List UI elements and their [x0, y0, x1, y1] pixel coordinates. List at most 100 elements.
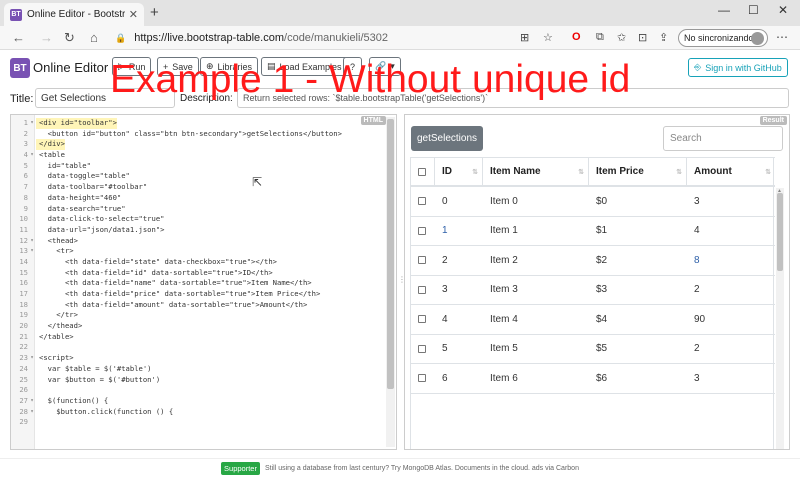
fold-arrow-icon[interactable]	[28, 225, 36, 236]
row-checkbox[interactable]	[418, 226, 426, 235]
code-line[interactable]: 12 ▾ <thead>	[11, 236, 387, 247]
code-line[interactable]: 14 <th data-field="state" data-checkbox=…	[11, 257, 387, 268]
row-checkbox[interactable]	[418, 374, 426, 383]
header-item-price[interactable]: Item Price ⇅	[589, 158, 687, 185]
table-row[interactable]: 4 Item 4 $4 90	[411, 305, 775, 335]
footer-ad-text[interactable]: Still using a database from last century…	[265, 465, 579, 472]
code-line[interactable]: 4 ▾ <table	[11, 150, 387, 161]
code-line[interactable]: 10 data-click-to-select="true"	[11, 214, 387, 225]
code-line[interactable]: 20 </thead>	[11, 321, 387, 332]
row-checkbox[interactable]	[418, 344, 426, 353]
code-line[interactable]: 13 ▾ <tr>	[11, 246, 387, 257]
row-checkbox[interactable]	[418, 315, 426, 324]
fold-arrow-icon[interactable]: ▾	[28, 118, 36, 129]
maximize-icon[interactable]: ☐	[748, 3, 759, 17]
fold-arrow-icon[interactable]: ▾	[28, 407, 36, 418]
code-line[interactable]: 9 data-search="true"	[11, 204, 387, 215]
code-line[interactable]: 21 </table>	[11, 332, 387, 343]
table-row[interactable]: 2 Item 2 $2 8	[411, 246, 775, 276]
code-line[interactable]: 8 data-height="460"	[11, 193, 387, 204]
code-line[interactable]: 29	[11, 417, 387, 428]
fold-arrow-icon[interactable]	[28, 332, 36, 343]
header-select-all[interactable]	[411, 158, 435, 185]
fold-arrow-icon[interactable]	[28, 289, 36, 300]
code-lines[interactable]: 1 ▾ <div id="toolbar"> 2 <button id="button…	[11, 118, 387, 428]
favorite-star-icon[interactable]: ☆	[543, 31, 553, 44]
code-editor[interactable]: HTML 1 ▾ <div id="toolbar"> 2 <button id="b…	[10, 114, 397, 450]
profile-button[interactable]: No sincronizando	[678, 29, 768, 47]
fold-arrow-icon[interactable]	[28, 204, 36, 215]
github-signin-button[interactable]: ⎆ Sign in with GitHub	[688, 58, 788, 77]
code-line[interactable]: 28 ▾ $button.click(function () {	[11, 407, 387, 418]
share-icon[interactable]: ⇪	[659, 31, 668, 44]
code-line[interactable]: 18 <th data-field="amount" data-sortable…	[11, 300, 387, 311]
code-line[interactable]: 3 </div>	[11, 139, 387, 151]
code-line[interactable]: 17 <th data-field="price" data-sortable=…	[11, 289, 387, 300]
fold-arrow-icon[interactable]	[28, 321, 36, 332]
browser-tab[interactable]: BT Online Editor - Bootstrap Table ✕	[4, 3, 144, 26]
header-id[interactable]: ID ⇅	[435, 158, 483, 185]
favorites-icon[interactable]: ✩	[617, 31, 626, 44]
code-line[interactable]: 24 var $table = $('#table')	[11, 364, 387, 375]
new-tab-icon[interactable]: +	[150, 4, 159, 21]
table-row[interactable]: 6 Item 6 $6 3	[411, 364, 775, 394]
code-line[interactable]: 6 data-toggle="table"	[11, 171, 387, 182]
code-line[interactable]: 16 <th data-field="name" data-sortable="…	[11, 278, 387, 289]
header-item-name[interactable]: Item Name ⇅	[483, 158, 589, 185]
cell-checkbox[interactable]	[411, 305, 435, 334]
opera-extension-icon[interactable]: O	[572, 31, 581, 43]
code-line[interactable]: 7 data-toolbar="#toolbar"	[11, 182, 387, 193]
more-menu-icon[interactable]: ⋯	[776, 30, 788, 44]
table-scrollbar-thumb[interactable]	[777, 193, 783, 271]
fold-arrow-icon[interactable]: ▾	[28, 396, 36, 407]
fold-arrow-icon[interactable]	[28, 364, 36, 375]
table-row[interactable]: 1 Item 1 $1 4	[411, 217, 775, 246]
fold-arrow-icon[interactable]	[28, 171, 36, 182]
fold-arrow-icon[interactable]	[28, 342, 36, 353]
code-line[interactable]: 23 ▾ <script>	[11, 353, 387, 364]
editor-scrollbar-thumb[interactable]	[387, 119, 394, 389]
code-line[interactable]: 22	[11, 342, 387, 353]
cell-checkbox[interactable]	[411, 187, 435, 216]
select-all-checkbox[interactable]	[418, 167, 426, 176]
reload-icon[interactable]: ↻	[64, 30, 75, 46]
cell-checkbox[interactable]	[411, 364, 435, 393]
code-line[interactable]: 26	[11, 385, 387, 396]
scroll-up-icon[interactable]: ▲	[777, 188, 782, 194]
fold-arrow-icon[interactable]	[28, 385, 36, 396]
fold-arrow-icon[interactable]	[28, 214, 36, 225]
code-line[interactable]: 27 ▾ $(function() {	[11, 396, 387, 407]
fold-arrow-icon[interactable]	[28, 129, 36, 140]
fold-arrow-icon[interactable]	[28, 375, 36, 386]
cell-checkbox[interactable]	[411, 246, 435, 275]
fold-arrow-icon[interactable]	[28, 161, 36, 172]
code-line[interactable]: 25 var $button = $('#button')	[11, 375, 387, 386]
table-row[interactable]: 5 Item 5 $5 2	[411, 335, 775, 364]
reader-icon[interactable]: ⊞	[520, 31, 529, 44]
close-tab-icon[interactable]: ✕	[129, 8, 138, 21]
fold-arrow-icon[interactable]: ▾	[28, 246, 36, 257]
collections-icon[interactable]: ⊡	[638, 31, 647, 44]
home-icon[interactable]: ⌂	[90, 30, 98, 45]
fold-arrow-icon[interactable]: ▾	[28, 353, 36, 364]
header-amount[interactable]: Amount ⇅	[687, 158, 775, 185]
cell-checkbox[interactable]	[411, 276, 435, 305]
window-close-icon[interactable]: ✕	[778, 3, 788, 17]
extension-icon[interactable]: ⧉	[596, 31, 604, 44]
fold-arrow-icon[interactable]	[28, 268, 36, 279]
table-row[interactable]: 0 Item 0 $0 3	[411, 187, 775, 217]
get-selections-button[interactable]: getSelections	[411, 126, 483, 151]
row-checkbox[interactable]	[418, 256, 426, 265]
fold-arrow-icon[interactable]: ▾	[28, 236, 36, 247]
code-line[interactable]: 1 ▾ <div id="toolbar">	[11, 118, 387, 129]
code-line[interactable]: 2 <button id="button" class="btn btn-sec…	[11, 129, 387, 140]
fold-arrow-icon[interactable]	[28, 300, 36, 311]
fold-arrow-icon[interactable]	[28, 310, 36, 321]
table-row[interactable]: 3 Item 3 $3 2	[411, 276, 775, 305]
cell-checkbox[interactable]	[411, 217, 435, 246]
code-line[interactable]: 5 id="table"	[11, 161, 387, 172]
row-checkbox[interactable]	[418, 197, 426, 206]
code-line[interactable]: 19 </tr>	[11, 310, 387, 321]
fold-arrow-icon[interactable]	[28, 139, 36, 150]
code-line[interactable]: 11 data-url="json/data1.json">	[11, 225, 387, 236]
